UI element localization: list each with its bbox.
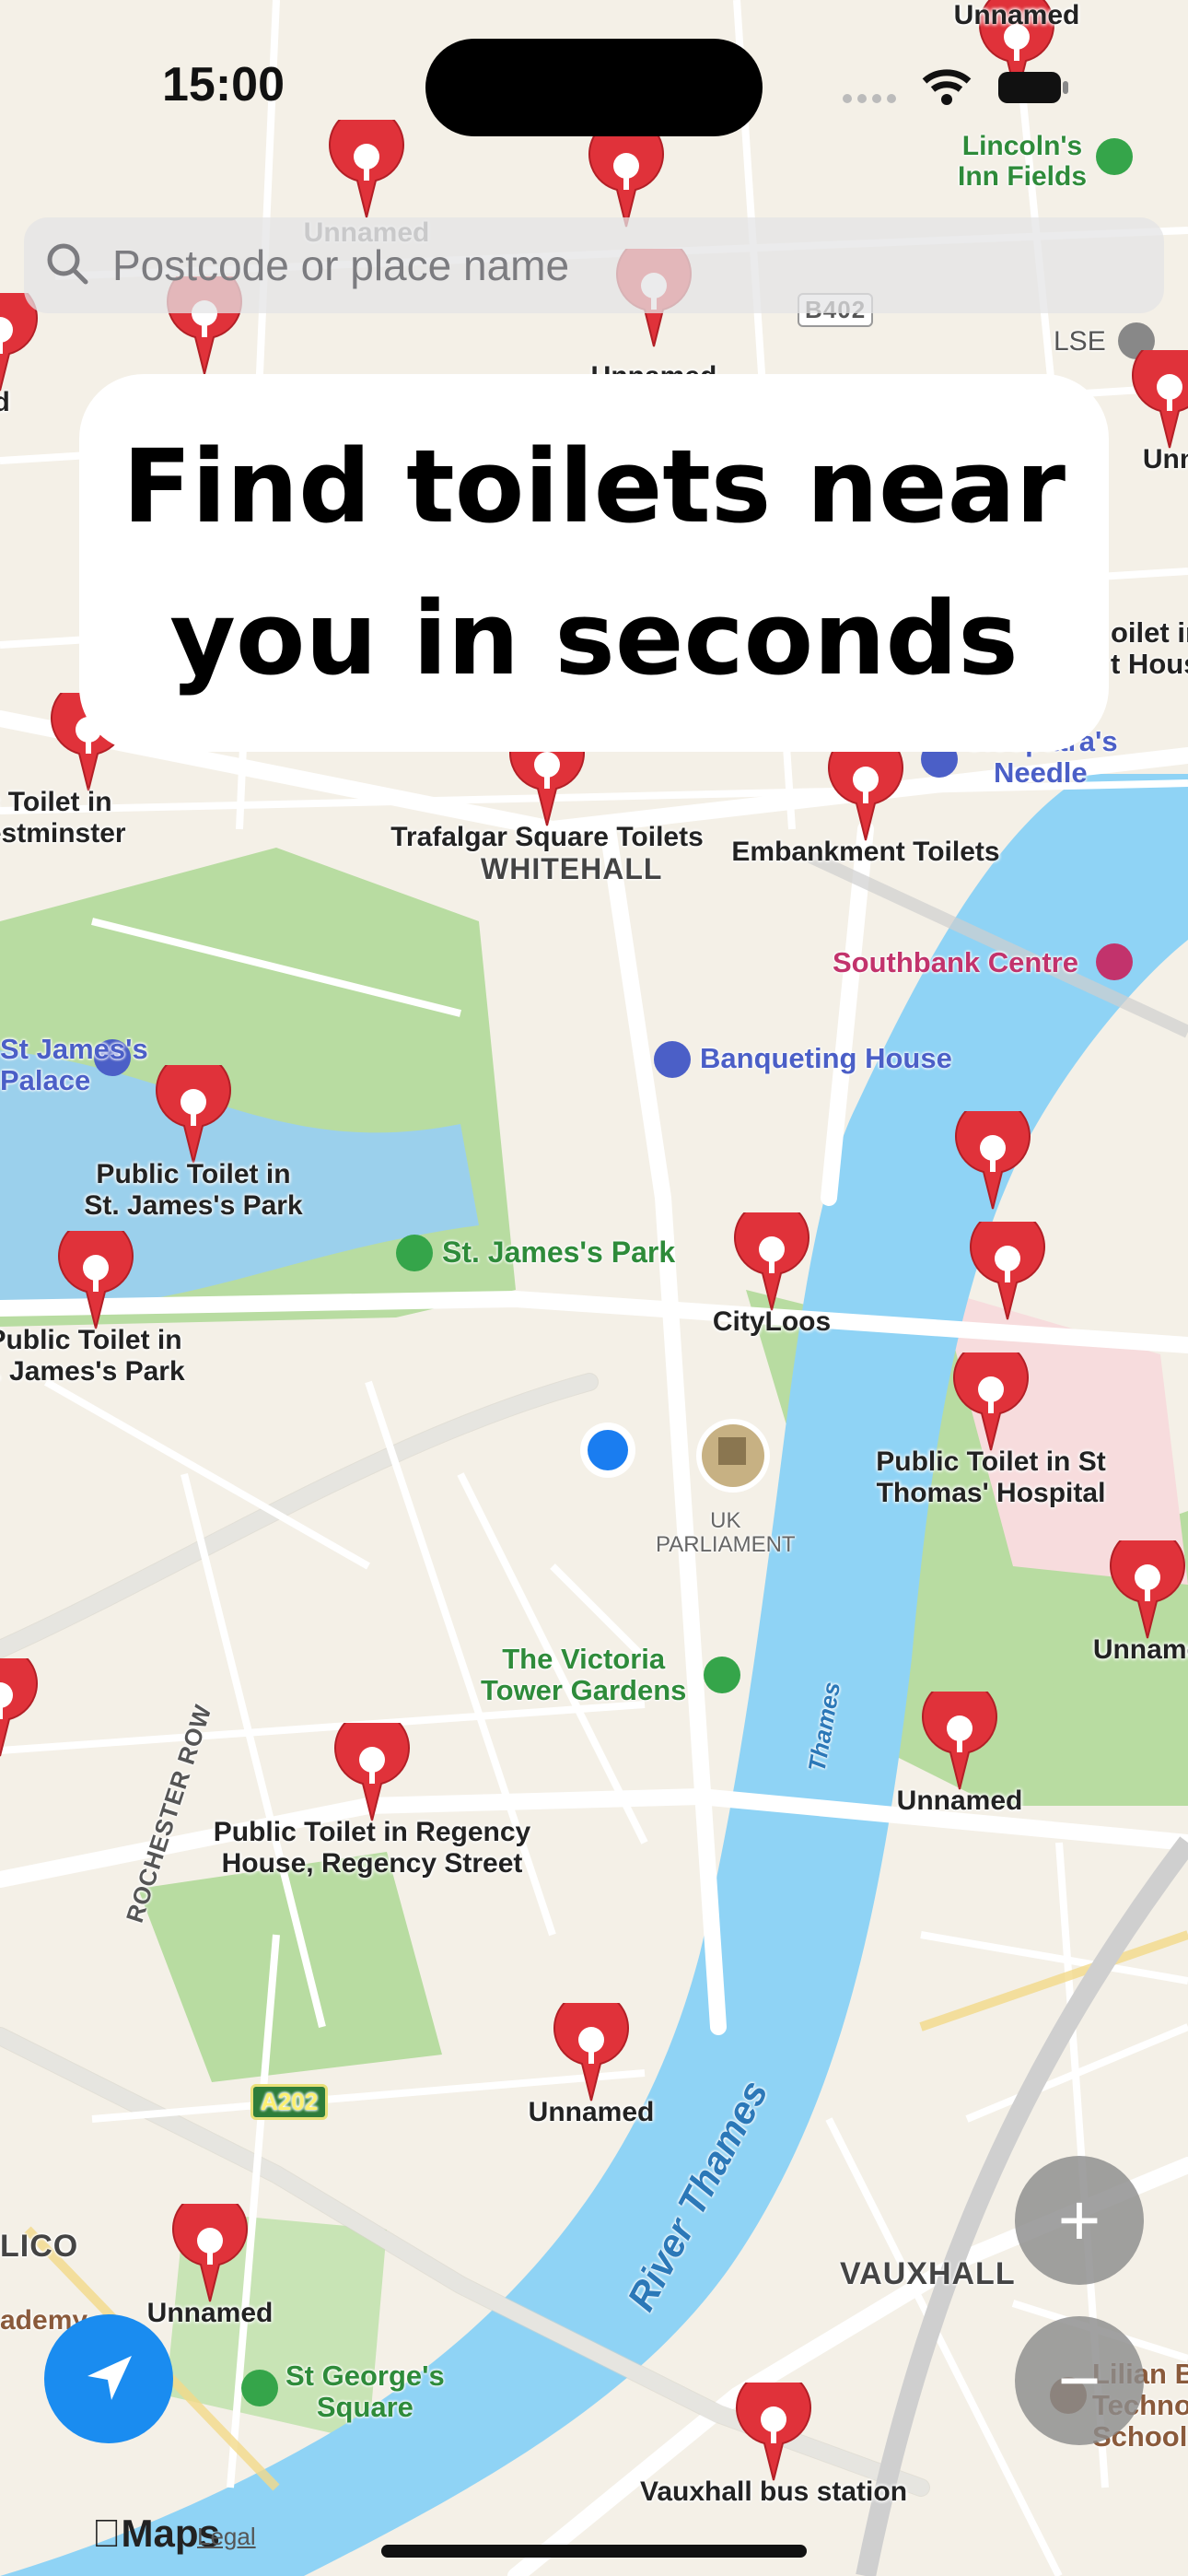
zoom-in-button[interactable]: + [1015,2156,1144,2285]
toilet-pin-label: Unnamed [146,2298,274,2328]
map-pin-icon [1132,337,1188,449]
dynamic-island [425,39,763,136]
promo-headline-text: Find toilets near you in seconds [122,411,1066,715]
search-input[interactable] [111,240,1081,291]
map-label-lse: LSE [1054,326,1106,357]
apple-logo-icon:  [92,2512,122,2555]
toilet-pin[interactable] [149,1052,238,1166]
toilet-pin[interactable] [728,1200,816,1314]
battery-icon [996,70,1070,105]
map-screen: Lincoln's Inn Fields LSE B402 WHITEHALL … [0,0,1188,2576]
map-label-toilet-house: oilet in t House [1111,616,1188,681]
toilet-pin-label: Public Toilet in t. James's Park [0,1325,185,1387]
toilet-pin-label: Public Toilet in y of Westminster [0,787,126,849]
map-label-lincolns-inn-fields: Lincoln's Inn Fields [958,131,1088,192]
map-pin-icon [553,1990,629,2102]
toilet-pin-label: Public Toilet in Regency House, Regency … [213,1817,531,1879]
map-pin-icon [955,1098,1031,1210]
wifi-icon [921,66,973,107]
status-time: 15:00 [162,58,285,111]
map-pin-icon [922,1679,997,1790]
toilet-pin[interactable] [1125,337,1188,451]
map-label-uk-parliament: UK PARLIAMENT [656,1508,796,1558]
map-pin-icon [588,116,664,228]
map-pin-icon [736,2370,811,2481]
map-pin-icon [1110,1528,1185,1639]
toilet-pin-label: Unname [1092,1634,1188,1665]
map-label-whitehall: WHITEHALL [481,852,663,885]
toilet-pin-label: Public Toilet in St Thomas' Hospital [876,1446,1106,1508]
map-pin-icon [734,1200,809,1311]
map-pin-icon [334,1710,410,1821]
toilet-pin[interactable] [52,1218,140,1332]
location-arrow-icon [87,2356,132,2400]
toilet-pin-label: Unnamed [896,1786,1023,1816]
toilet-pin-label: CityLoos [712,1306,832,1337]
cellular-icon [842,92,901,105]
map-label-southbank-centre: Southbank Centre [833,946,1078,978]
toilet-pin-label: Public Toilet in St. James's Park [84,1159,303,1221]
map-label-victoria-tower-gardens: The Victoria Tower Gardens [481,1643,687,1707]
map-pin-icon [953,1340,1029,1451]
toilet-pin[interactable] [0,1645,44,1760]
toilet-pin-label: Trafalgar Square Toilets [390,822,704,852]
toilet-pin[interactable] [328,1710,416,1824]
search-icon [44,240,90,291]
locate-me-button[interactable] [44,2314,173,2443]
toilet-pin[interactable] [322,107,411,221]
legal-link[interactable]: Legal [197,2523,256,2551]
toilet-pin[interactable] [947,1340,1035,1454]
toilet-pin[interactable] [915,1679,1004,1793]
map-label-banqueting-house: Banqueting House [700,1042,952,1074]
map-pin-icon [329,107,404,218]
map-label-vauxhall: VAUXHALL [840,2256,1016,2291]
toilet-pin-label: Unnamed [953,0,1080,30]
map-pin-icon [156,1052,231,1164]
promo-headline-line2: you in seconds [169,580,1019,697]
promo-headline-line1: Find toilets near [122,427,1066,545]
map-pin-icon [970,1209,1045,1320]
toilet-pin-label: Embankment Toilets [731,837,1000,867]
home-indicator[interactable] [381,2545,807,2558]
map-label-a202: A202 [250,2084,329,2120]
map-pin-icon [0,1645,38,1757]
promo-headline-card: Find toilets near you in seconds [79,374,1109,752]
map-label-st-georges-square: St George's Square [285,2359,445,2424]
toilet-pin[interactable] [963,1209,1052,1323]
toilet-pin[interactable] [166,2191,254,2305]
toilet-pin[interactable] [1103,1528,1188,1642]
search-bar[interactable] [24,217,1164,313]
map-label-st-james-palace: St James's Palace [0,1033,148,1097]
map-label-pimlico: LICO [0,2229,79,2264]
toilet-pin[interactable] [729,2370,818,2484]
map-pin-icon [828,730,903,841]
toilet-pin[interactable] [547,1990,635,2104]
map-pin-icon [58,1218,134,1329]
map-pin-icon [172,2191,248,2302]
map-label-st-james-park: St. James's Park [442,1235,676,1269]
toilet-pin[interactable] [821,730,910,844]
toilet-pin[interactable] [582,116,670,230]
toilet-pin[interactable] [949,1098,1037,1212]
toilet-pin-label: Unn [1142,444,1188,474]
toilet-pin-label: Unnamed [528,2097,655,2127]
toilet-pin-label: Vauxhall bus station [639,2476,908,2507]
toilet-pin-label: med [0,387,10,417]
zoom-out-button[interactable]: − [1015,2316,1144,2445]
